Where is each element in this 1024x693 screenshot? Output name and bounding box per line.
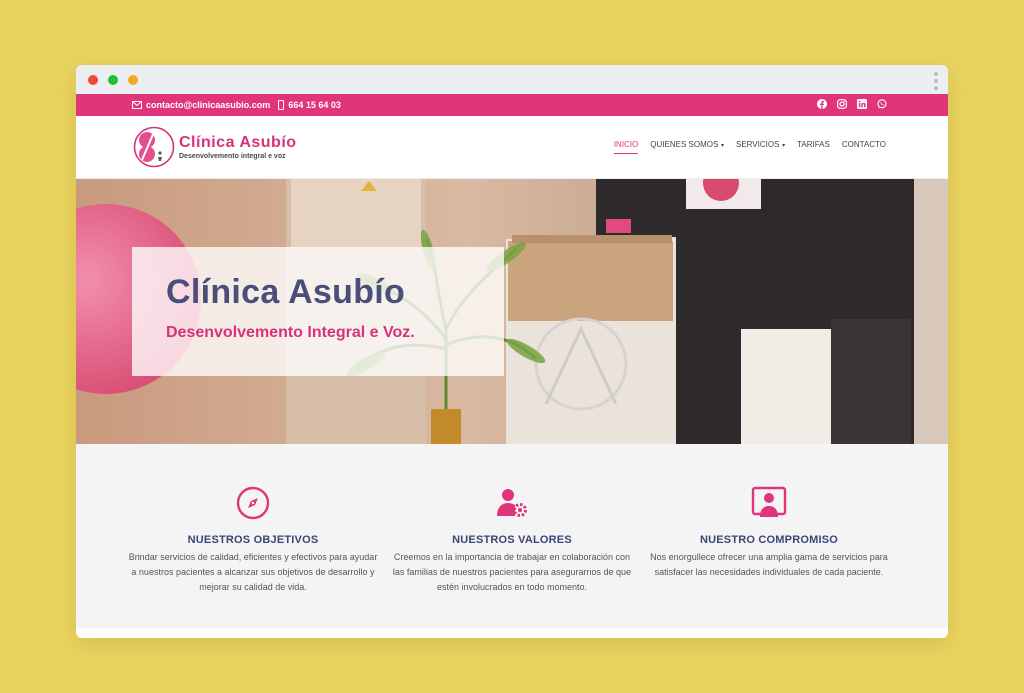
nav-item-label: CONTACTO xyxy=(841,140,886,149)
site-header: Clínica Asubío Desenvolvemento integral … xyxy=(76,116,948,179)
feature-text: Nos enorgullece ofrecer una amplia gama … xyxy=(650,552,888,577)
hero-title: Clínica Asubío xyxy=(166,273,406,311)
features-section: NUESTROS OBJETIVOS Brindar servicios de … xyxy=(76,444,948,628)
nav-item-quienes-somos[interactable]: QUIENES SOMOS ▾ xyxy=(650,140,724,154)
feature-text: Brindar servicios de calidad, eficientes… xyxy=(128,552,378,592)
caret-down-icon: ▾ xyxy=(719,143,724,149)
linkedin-icon[interactable] xyxy=(856,98,868,110)
nav-item-servicios[interactable]: SERVICIOS ▾ xyxy=(736,140,785,154)
close-window-button[interactable] xyxy=(88,75,98,85)
logo-subtitle: Desenvolvemento integral e voz xyxy=(179,153,286,160)
phone-link[interactable]: 664 15 64 03 xyxy=(288,100,341,110)
main-navigation: INICIO QUIENES SOMOS ▾ SERVICIOS ▾ TARIF… xyxy=(613,140,886,154)
nav-item-label: SERVICIOS xyxy=(735,140,780,149)
email-link[interactable]: contacto@clinicaasubio.com xyxy=(146,100,270,110)
nav-item-label: QUIENES SOMOS xyxy=(650,140,719,149)
facebook-icon[interactable] xyxy=(816,98,828,110)
feature-text: Creemos en la importancia de trabajar en… xyxy=(392,552,632,592)
nav-item-inicio[interactable]: INICIO xyxy=(613,140,639,154)
contact-topbar: contacto@clinicaasubio.com 664 15 64 03 xyxy=(76,94,948,116)
minimize-window-button[interactable] xyxy=(108,75,118,85)
feature-valores: NUESTROS VALORES Creemos en la importanc… xyxy=(387,484,637,595)
feature-title: NUESTRO COMPROMISO xyxy=(699,534,839,546)
feature-title: NUESTROS OBJETIVOS xyxy=(187,534,319,546)
feature-title: NUESTROS VALORES xyxy=(452,534,572,546)
user-screen-icon xyxy=(750,484,788,522)
maximize-window-button[interactable] xyxy=(128,75,138,85)
email-contact[interactable]: contacto@clinicaasubio.com xyxy=(132,100,270,110)
nav-item-label: INICIO xyxy=(613,140,639,149)
instagram-icon[interactable] xyxy=(836,98,848,110)
compass-icon xyxy=(234,484,272,522)
whatsapp-icon[interactable] xyxy=(876,98,888,110)
feature-compromiso: NUESTRO COMPROMISO Nos enorgullece ofrec… xyxy=(644,484,894,580)
mobile-phone-icon xyxy=(278,100,285,110)
feature-objetivos: NUESTROS OBJETIVOS Brindar servicios de … xyxy=(128,484,378,595)
envelope-icon xyxy=(132,101,142,109)
nav-item-contacto[interactable]: CONTACTO xyxy=(842,140,886,154)
nav-item-tarifas[interactable]: TARIFAS xyxy=(797,140,830,154)
hero-card: Clínica Asubío Desenvolvemento Integral … xyxy=(132,247,504,376)
hero-banner: Clínica Asubío Desenvolvemento Integral … xyxy=(76,179,948,445)
phone-contact[interactable]: 664 15 64 03 xyxy=(278,100,341,110)
hero-subtitle: Desenvolvemento Integral e Voz. xyxy=(166,324,415,341)
nav-item-label: TARIFAS xyxy=(797,140,830,149)
user-gear-icon xyxy=(493,484,531,522)
site-logo[interactable]: Clínica Asubío Desenvolvemento integral … xyxy=(133,126,297,168)
caret-down-icon: ▾ xyxy=(780,143,786,149)
social-links xyxy=(816,98,888,110)
clinic-logo-icon xyxy=(133,126,175,168)
browser-chrome xyxy=(76,65,948,94)
browser-menu-icon[interactable] xyxy=(934,72,938,90)
browser-window: contacto@clinicaasubio.com 664 15 64 03 xyxy=(76,65,948,638)
logo-title: Clínica Asubío xyxy=(179,134,297,151)
page-footer-edge xyxy=(76,628,948,638)
